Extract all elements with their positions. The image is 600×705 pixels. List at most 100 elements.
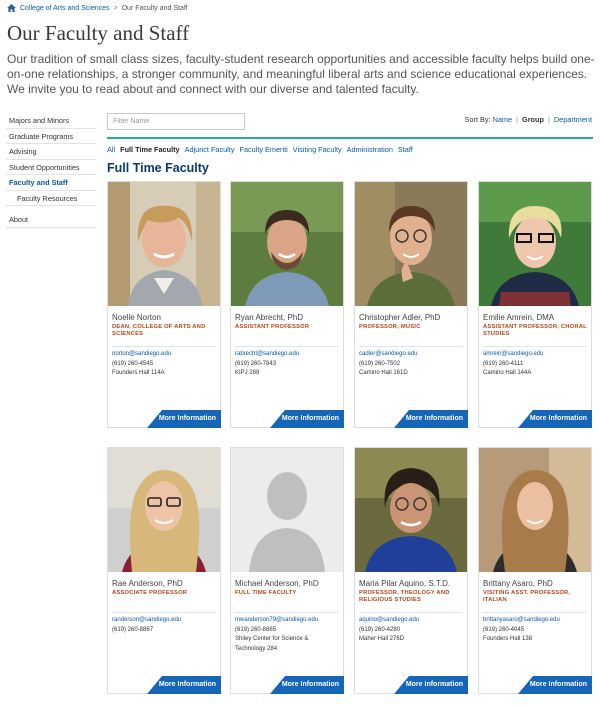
faculty-card: Christopher Adler, PhD PROFESSOR, MUSIC … bbox=[354, 181, 468, 428]
faculty-email-link[interactable]: rabrecht@sandiego.edu bbox=[235, 350, 339, 360]
accent-divider bbox=[107, 137, 593, 139]
faculty-photo[interactable] bbox=[479, 448, 591, 572]
faculty-office: Founders Hall 114A bbox=[112, 370, 165, 376]
faculty-email-link[interactable]: brittanyasaro@sandiego.edu bbox=[483, 616, 587, 626]
page-intro: Our tradition of small class sizes, facu… bbox=[7, 52, 595, 96]
faculty-office: Camino Hall 144A bbox=[483, 370, 532, 376]
faculty-photo[interactable] bbox=[479, 182, 591, 306]
more-information-button[interactable]: More Information bbox=[147, 410, 221, 428]
faculty-contact: randerson@sandiego.edu (619) 260-8867 bbox=[108, 613, 220, 635]
faculty-office: Founders Hall 138 bbox=[483, 636, 533, 642]
faculty-card: Noelle Norton DEAN, COLLEGE OF ARTS AND … bbox=[107, 181, 221, 428]
faculty-contact: norton@sandiego.edu (619) 260-4545 Found… bbox=[108, 347, 220, 379]
faculty-name: Emilie Amrein, DMA bbox=[483, 313, 555, 322]
sidebar-item-faculty-and-staff[interactable]: Faculty and Staff bbox=[6, 175, 96, 191]
house-icon[interactable] bbox=[7, 4, 16, 12]
more-information-button[interactable]: More Information bbox=[270, 676, 344, 694]
sidebar-item-about[interactable]: About bbox=[6, 212, 96, 228]
breadcrumb-separator: > bbox=[113, 4, 118, 12]
side-navigation: Majors and Minors Graduate Programs Advi… bbox=[6, 113, 96, 228]
faculty-photo[interactable] bbox=[108, 182, 220, 306]
faculty-email-link[interactable]: norton@sandiego.edu bbox=[112, 350, 216, 360]
sort-label: Sort By: bbox=[464, 115, 491, 124]
more-information-button[interactable]: More Information bbox=[270, 410, 344, 428]
faculty-photo[interactable] bbox=[355, 182, 467, 306]
faculty-name: Christopher Adler, PhD bbox=[359, 313, 441, 322]
tab-administration[interactable]: Administration bbox=[347, 145, 393, 154]
faculty-contact: aquino@sandiego.edu (619) 260-4280 Maher… bbox=[355, 613, 467, 645]
sidebar-item-graduate-programs[interactable]: Graduate Programs bbox=[6, 129, 96, 144]
faculty-office: Maher Hall 276D bbox=[359, 636, 405, 642]
faculty-email-link[interactable]: amrein@sandiego.edu bbox=[483, 350, 587, 360]
faculty-contact: rabrecht@sandiego.edu (619) 260-7843 KIP… bbox=[231, 347, 343, 379]
faculty-phone: (619) 260-4045 bbox=[483, 626, 525, 633]
faculty-phone: (619) 260-8865 bbox=[235, 626, 277, 633]
page-title: Our Faculty and Staff bbox=[7, 21, 190, 45]
faculty-title: ASSISTANT PROFESSOR, CHORAL STUDIES bbox=[483, 324, 587, 337]
tab-faculty-emeriti[interactable]: Faculty Emeriti bbox=[239, 145, 287, 154]
faculty-title: ASSOCIATE PROFESSOR bbox=[112, 590, 188, 596]
tab-visiting-faculty[interactable]: Visiting Faculty bbox=[293, 145, 342, 154]
faculty-card: Emilie Amrein, DMA ASSISTANT PROFESSOR, … bbox=[478, 181, 592, 428]
breadcrumb-link-college[interactable]: College of Arts and Sciences bbox=[20, 5, 110, 12]
more-information-button[interactable]: More Information bbox=[147, 676, 221, 694]
faculty-email-link[interactable]: aquino@sandiego.edu bbox=[359, 616, 463, 626]
sort-controls: Sort By: Name | Group | Department bbox=[465, 115, 592, 124]
sort-separator: | bbox=[516, 115, 518, 124]
more-information-button[interactable]: More Information bbox=[518, 676, 592, 694]
faculty-phone: (619) 260-7502 bbox=[359, 360, 401, 367]
sort-option-name[interactable]: Name bbox=[493, 115, 512, 124]
faculty-phone: (619) 260-7843 bbox=[235, 360, 277, 367]
faculty-title: PROFESSOR, MUSIC bbox=[359, 324, 421, 330]
faculty-title: FULL TIME FACULTY bbox=[235, 590, 297, 596]
faculty-contact: mwanderson79@sandiego.edu (619) 260-8865… bbox=[231, 613, 343, 654]
faculty-phone: (619) 260-8867 bbox=[112, 626, 154, 633]
faculty-office: Shiley Center for Science & Technology 2… bbox=[235, 636, 309, 652]
faculty-card: Ryan Abrecht, PhD ASSISTANT PROFESSOR ra… bbox=[230, 181, 344, 428]
faculty-name: Maria Pilar Aquino, S.T.D. bbox=[359, 579, 451, 588]
more-information-button[interactable]: More Information bbox=[518, 410, 592, 428]
section-title: Full Time Faculty bbox=[107, 161, 209, 175]
faculty-office: KIPJ 289 bbox=[235, 370, 260, 376]
placeholder-avatar-icon[interactable] bbox=[231, 448, 343, 572]
sort-separator: | bbox=[547, 115, 550, 124]
breadcrumb: College of Arts and Sciences > Our Facul… bbox=[7, 2, 188, 14]
faculty-email-link[interactable]: cadler@sandiego.edu bbox=[359, 350, 463, 360]
faculty-card: Rae Anderson, PhD ASSOCIATE PROFESSOR ra… bbox=[107, 447, 221, 694]
sort-option-group[interactable]: Group bbox=[522, 115, 544, 124]
tab-all[interactable]: All bbox=[107, 145, 115, 154]
sidebar-item-faculty-resources[interactable]: Faculty Resources bbox=[6, 191, 96, 206]
faculty-phone: (619) 260-4280 bbox=[359, 626, 401, 633]
faculty-email-link[interactable]: mwanderson79@sandiego.edu bbox=[235, 616, 339, 626]
faculty-name: Rae Anderson, PhD bbox=[112, 579, 183, 588]
faculty-card: Maria Pilar Aquino, S.T.D. PROFESSOR, TH… bbox=[354, 447, 468, 694]
faculty-title: DEAN, COLLEGE OF ARTS AND SCIENCES bbox=[112, 324, 206, 337]
sidebar-item-student-opportunities[interactable]: Student Opportunities bbox=[6, 160, 96, 175]
tab-adjunct-faculty[interactable]: Adjunct Faculty bbox=[185, 145, 235, 154]
faculty-card: Brittany Asaro, PhD VISITING ASST. PROFE… bbox=[478, 447, 592, 694]
faculty-title: PROFESSOR, THEOLOGY AND RELIGIOUS STUDIE… bbox=[359, 590, 450, 603]
tab-full-time-faculty[interactable]: Full Time Faculty bbox=[120, 145, 179, 154]
tab-staff[interactable]: Staff bbox=[398, 145, 413, 154]
faculty-office: Camino Hall 161D bbox=[359, 370, 408, 376]
filter-name-input[interactable] bbox=[107, 113, 245, 130]
faculty-filter-tabs: All Full Time Faculty Adjunct Faculty Fa… bbox=[107, 145, 413, 154]
more-information-button[interactable]: More Information bbox=[394, 410, 468, 428]
faculty-photo[interactable] bbox=[231, 182, 343, 306]
sort-option-department[interactable]: Department bbox=[554, 115, 592, 124]
faculty-photo[interactable] bbox=[108, 448, 220, 572]
more-information-button[interactable]: More Information bbox=[394, 676, 468, 694]
faculty-title: ASSISTANT PROFESSOR bbox=[235, 324, 310, 330]
faculty-name: Michael Anderson, PhD bbox=[235, 579, 319, 588]
faculty-photo[interactable] bbox=[355, 448, 467, 572]
sidebar-item-majors-and-minors[interactable]: Majors and Minors bbox=[6, 113, 96, 129]
faculty-title: VISITING ASST. PROFESSOR, ITALIAN bbox=[483, 590, 571, 603]
faculty-email-link[interactable]: randerson@sandiego.edu bbox=[112, 616, 216, 626]
faculty-contact: amrein@sandiego.edu (619) 260-4111 Camin… bbox=[479, 347, 591, 379]
faculty-contact: brittanyasaro@sandiego.edu (619) 260-404… bbox=[479, 613, 591, 645]
sidebar-item-advising[interactable]: Advising bbox=[6, 144, 96, 160]
faculty-phone: (619) 260-4111 bbox=[483, 360, 524, 367]
faculty-name: Ryan Abrecht, PhD bbox=[235, 313, 304, 322]
faculty-card: Michael Anderson, PhD FULL TIME FACULTY … bbox=[230, 447, 344, 694]
breadcrumb-current: Our Faculty and Staff bbox=[121, 4, 188, 12]
